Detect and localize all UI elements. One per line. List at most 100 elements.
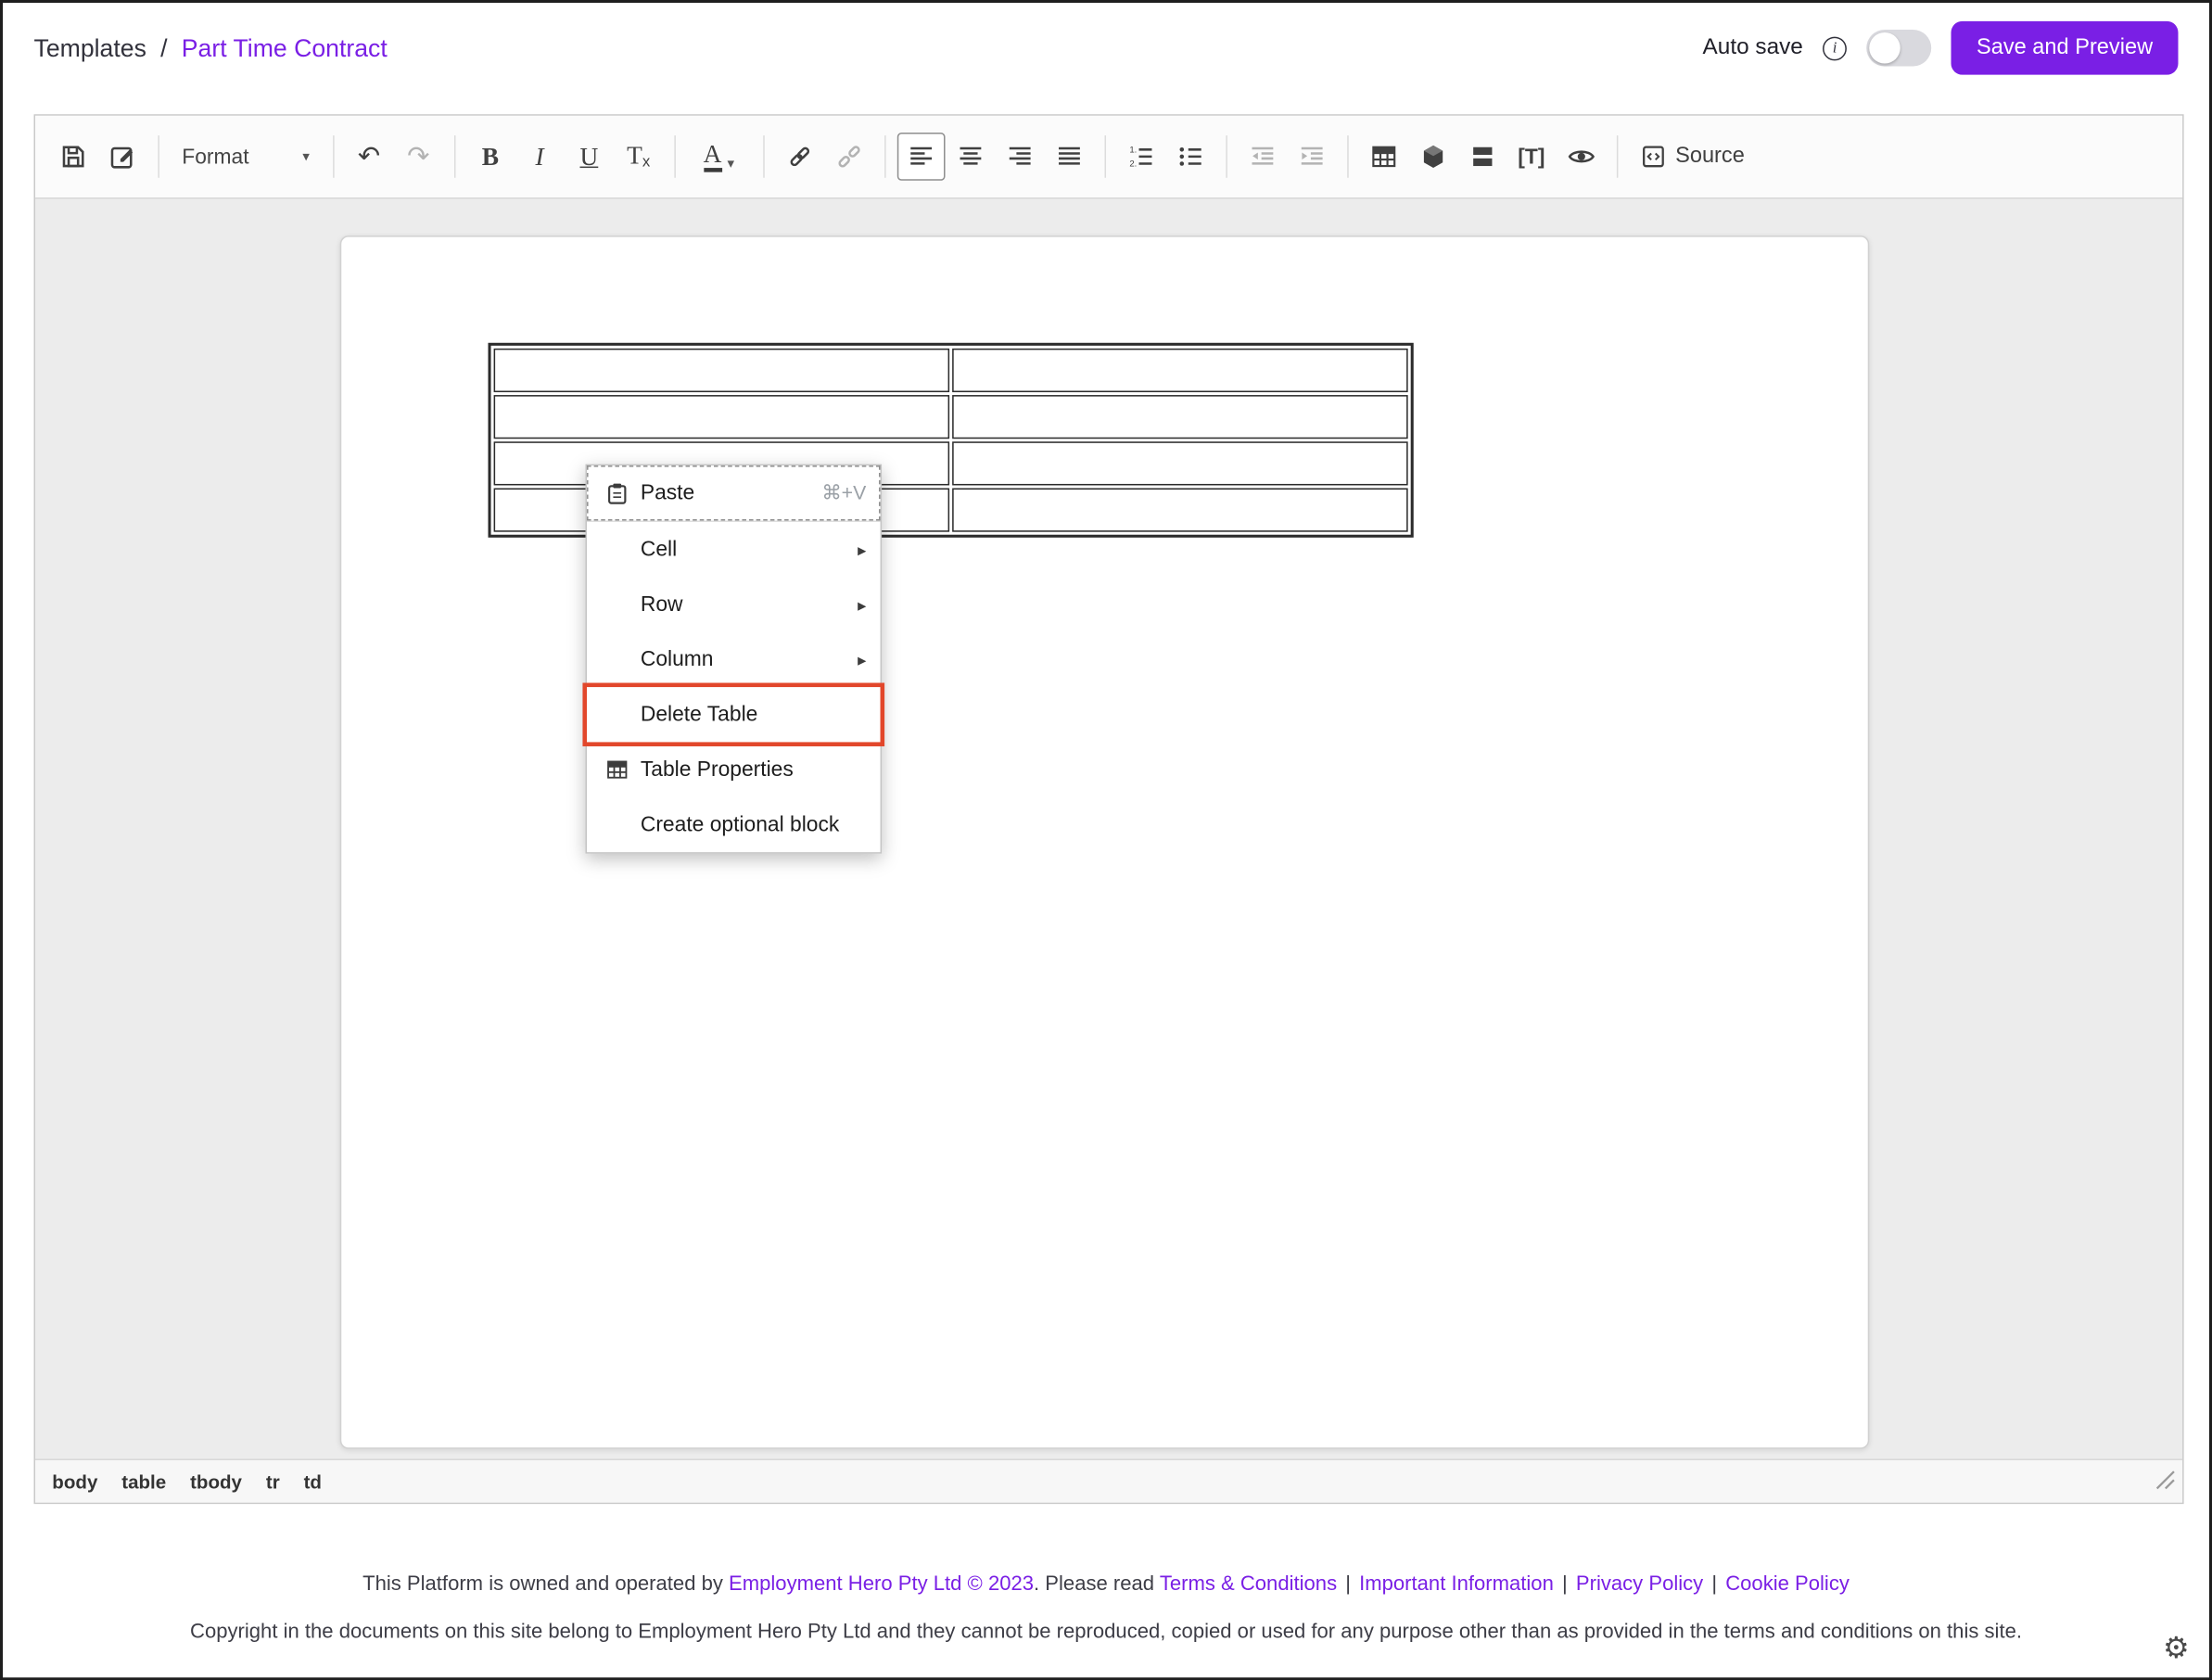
indent-button[interactable] (1288, 133, 1336, 181)
table-cell[interactable] (494, 349, 950, 392)
table-context-menu: Paste ⌘+V Cell ▸ Row ▸ (586, 465, 883, 854)
format-dropdown[interactable]: Format ▾ (171, 145, 321, 169)
breadcrumb-current-page: Part Time Contract (182, 33, 388, 63)
redo-icon: ↷ (407, 143, 429, 170)
remove-format-icon: T x (627, 143, 650, 171)
privacy-link[interactable]: Privacy Policy (1576, 1573, 1703, 1596)
info-icon[interactable]: i (1823, 36, 1847, 60)
toolbar-separator (332, 135, 334, 178)
terms-link[interactable]: Terms & Conditions (1160, 1573, 1337, 1596)
underline-icon: U (579, 144, 598, 169)
footer-text: This Platform is owned and operated by (362, 1573, 729, 1596)
path-item-tbody[interactable]: tbody (190, 1470, 242, 1492)
source-button[interactable]: Source (1629, 133, 1756, 181)
footer-pipe: | (1562, 1573, 1568, 1596)
unlink-button[interactable] (825, 133, 873, 181)
important-info-link[interactable]: Important Information (1359, 1573, 1554, 1596)
save-and-preview-button[interactable]: Save and Preview (1951, 21, 2179, 75)
table-cell[interactable] (952, 489, 1408, 532)
toolbar-separator (884, 135, 885, 178)
editor-content-area: Paste ⌘+V Cell ▸ Row ▸ (35, 199, 2182, 1459)
toolbar-separator (1226, 135, 1227, 178)
menu-item-label: Column (641, 647, 714, 671)
outdent-button[interactable] (1238, 133, 1286, 181)
svg-text:1.: 1. (1129, 145, 1137, 155)
table-cell[interactable] (952, 349, 1408, 392)
menu-item-shortcut: ⌘+V (821, 481, 866, 505)
breadcrumb-separator: / (160, 33, 167, 63)
italic-icon: I (536, 144, 544, 169)
table-cell[interactable] (494, 395, 950, 439)
save-icon[interactable] (49, 133, 97, 181)
document-page[interactable]: Paste ⌘+V Cell ▸ Row ▸ (340, 235, 1870, 1449)
footer-legal-line: This Platform is owned and operated by E… (3, 1573, 2209, 1596)
breadcrumb: Templates / Part Time Contract (34, 33, 388, 63)
toolbar-separator (674, 135, 676, 178)
autosave-toggle[interactable] (1866, 30, 1931, 67)
svg-text:2.: 2. (1129, 159, 1137, 170)
page-break-icon[interactable] (1458, 133, 1506, 181)
redo-button[interactable]: ↷ (394, 133, 442, 181)
italic-button[interactable]: I (515, 133, 564, 181)
template-tag-button[interactable]: [T] (1507, 133, 1556, 181)
footer-text: . Please read (1034, 1573, 1160, 1596)
paste-icon (595, 481, 638, 505)
gear-icon[interactable]: ⚙ (2163, 1634, 2190, 1663)
menu-item-delete-table[interactable]: Delete Table (587, 687, 881, 742)
menu-item-label: Create optional block (641, 812, 839, 836)
toolbar-separator (158, 135, 159, 178)
editor-toolbar: Format ▾ ↶ ↷ B I U T (35, 116, 2182, 199)
text-color-icon: A ▾ (704, 141, 735, 172)
undo-button[interactable]: ↶ (345, 133, 393, 181)
link-button[interactable] (775, 133, 823, 181)
path-item-body[interactable]: body (52, 1470, 97, 1492)
resize-handle[interactable] (2155, 1470, 2175, 1497)
path-item-td[interactable]: td (304, 1470, 322, 1492)
insert-table-button[interactable] (1359, 133, 1407, 181)
menu-item-row[interactable]: Row ▸ (587, 577, 881, 631)
path-item-table[interactable]: table (121, 1470, 166, 1492)
underline-button[interactable]: U (566, 133, 614, 181)
justify-button[interactable] (1045, 133, 1093, 181)
toolbar-separator (763, 135, 765, 178)
menu-item-paste[interactable]: Paste ⌘+V (587, 465, 881, 520)
template-tag-icon: [T] (1518, 145, 1545, 169)
toolbar-separator (1347, 135, 1349, 178)
format-dropdown-label: Format (182, 145, 248, 169)
table-cell[interactable] (952, 395, 1408, 439)
preview-button[interactable] (1557, 133, 1605, 181)
table-row (494, 395, 1408, 439)
table-row (494, 349, 1408, 392)
menu-item-table-properties[interactable]: Table Properties (587, 742, 881, 796)
text-color-button[interactable]: A ▾ (686, 133, 751, 181)
menu-item-label: Row (641, 592, 683, 617)
bullet-list-button[interactable] (1166, 133, 1214, 181)
breadcrumb-templates[interactable]: Templates (34, 33, 146, 63)
bold-button[interactable]: B (466, 133, 515, 181)
menu-item-cell[interactable]: Cell ▸ (587, 522, 881, 577)
menu-item-column[interactable]: Column ▸ (587, 632, 881, 687)
menu-item-label: Table Properties (641, 757, 794, 782)
bold-icon: B (482, 144, 499, 169)
ordered-list-button[interactable]: 1. 2. (1116, 133, 1164, 181)
header-actions: Auto save i Save and Preview (1703, 21, 2179, 75)
company-link[interactable]: Employment Hero Pty Ltd © 2023 (729, 1573, 1034, 1596)
table-cell[interactable] (952, 441, 1408, 485)
widget-cube-icon[interactable] (1408, 133, 1456, 181)
remove-format-button[interactable]: T x (615, 133, 663, 181)
align-left-button[interactable] (896, 133, 945, 181)
toggle-knob (1869, 32, 1900, 63)
menu-item-label: Delete Table (641, 703, 757, 727)
cookie-link[interactable]: Cookie Policy (1725, 1573, 1850, 1596)
submenu-arrow-icon: ▸ (858, 650, 866, 669)
header: Templates / Part Time Contract Auto save… (3, 3, 2209, 93)
footer-pipe: | (1711, 1573, 1717, 1596)
align-center-button[interactable] (946, 133, 994, 181)
undo-icon: ↶ (358, 143, 380, 170)
submenu-arrow-icon: ▸ (858, 540, 866, 559)
table-icon (595, 757, 638, 782)
path-item-tr[interactable]: tr (266, 1470, 280, 1492)
align-right-button[interactable] (996, 133, 1044, 181)
edit-template-icon[interactable] (99, 133, 147, 181)
menu-item-create-optional-block[interactable]: Create optional block (587, 797, 881, 852)
